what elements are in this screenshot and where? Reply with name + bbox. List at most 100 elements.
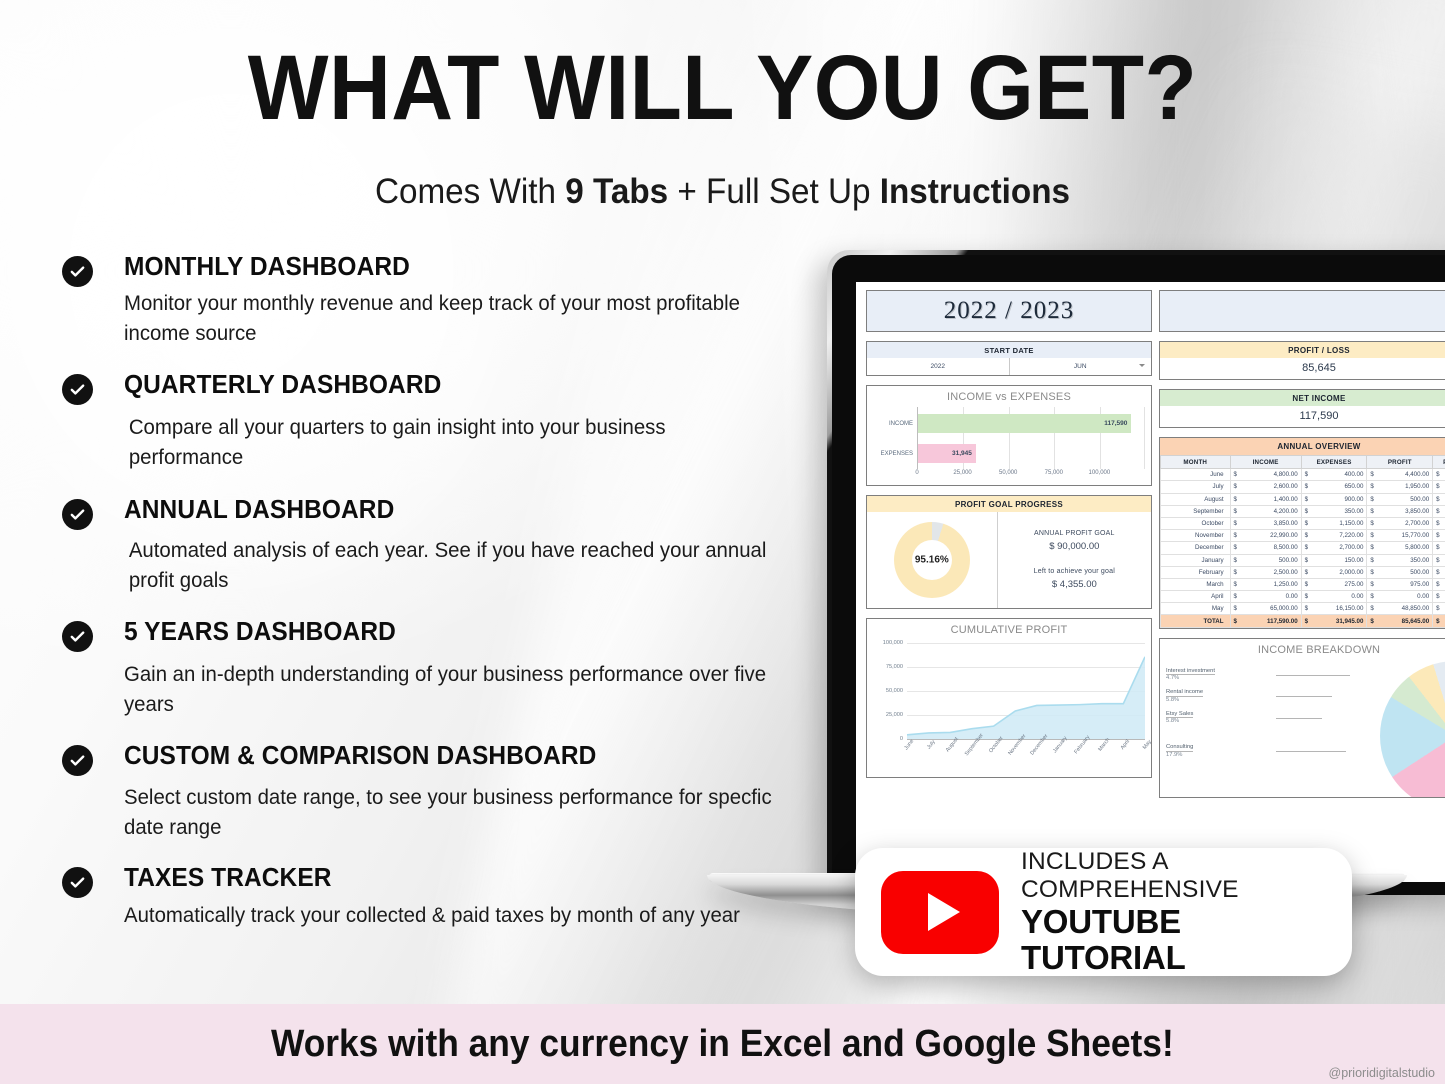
axis-tick: 75,000 xyxy=(1044,470,1063,476)
blank-cell xyxy=(1159,290,1445,332)
profit-goal-donut-wrap: 95.16% xyxy=(867,512,998,608)
youtube-badge-line1: INCLUDES A COMPREHENSIVE xyxy=(1021,847,1239,903)
cell-currency: $ xyxy=(1229,468,1238,482)
youtube-badge-line2: YOUTUBE TUTORIAL xyxy=(1021,902,1186,977)
table-row: December$8,500.00$2,700.00$5,800.00$5 xyxy=(1160,541,1445,555)
cell-currency: $ xyxy=(1432,492,1440,506)
cell-currency: $ xyxy=(1432,565,1440,579)
table-row: October$3,850.00$1,150.00$2,700.00$4 xyxy=(1160,516,1445,531)
cell-currency: $ xyxy=(1300,590,1309,604)
cell-currency: $ xyxy=(1366,516,1374,531)
feature-list: MONTHLY DASHBOARD Monitor your monthly r… xyxy=(62,253,802,931)
check-circle-icon xyxy=(62,256,93,287)
legend-label: Rental income xyxy=(1166,689,1204,697)
cell-profit-2: 5 xyxy=(1439,468,1445,482)
cell-currency: $ xyxy=(1300,504,1309,518)
feature-desc: Select custom date range, to see your bu… xyxy=(124,785,772,839)
cell-currency: $ xyxy=(1229,504,1238,518)
cell-month: October xyxy=(1160,516,1231,531)
feature-item-custom-comparison-dashboard: CUSTOM & COMPARISON DASHBOARD Select cus… xyxy=(62,742,802,843)
legend-item: Rental income 5.8% xyxy=(1166,688,1332,703)
table-row: April$0.00$0.00$0.00$5 xyxy=(1160,590,1445,604)
cell-profit: 4,400.00 xyxy=(1373,468,1434,482)
table-header-row: MONTH INCOME EXPENSES PROFIT PROFIT xyxy=(1160,454,1445,470)
youtube-tutorial-badge[interactable]: INCLUDES A COMPREHENSIVE YOUTUBE TUTORIA… xyxy=(855,848,1352,976)
subtitle-mid: + Full Set Up xyxy=(668,172,880,211)
axis-tick: 50,000 xyxy=(999,470,1018,476)
cell-expenses: 150.00 xyxy=(1308,553,1368,567)
laptop-mockup: 2022 / 2023 START DATE 2022 JUN INCOME v… xyxy=(707,250,1445,940)
profit-loss-card: PROFIT / LOSS 85,645 xyxy=(1159,341,1445,380)
cell-income: 22,990.00 xyxy=(1237,529,1302,543)
cell-currency: $ xyxy=(1300,480,1309,494)
cell-currency: $ xyxy=(1229,590,1238,604)
page-title: WHAT WILL YOU GET? xyxy=(247,37,1198,139)
legend-percent: 4.7% xyxy=(1166,675,1180,682)
y-tick: 0 xyxy=(899,736,903,742)
cell-month: September xyxy=(1160,504,1231,518)
table-row: September$4,200.00$350.00$3,850.00$5 xyxy=(1160,504,1445,518)
x-tick: June xyxy=(903,738,916,752)
start-date-month-select[interactable]: JUN xyxy=(1010,358,1152,375)
cell-profit-2: 4 xyxy=(1439,516,1445,531)
cell-profit-2: 5 xyxy=(1439,504,1445,518)
feature-title: MONTHLY DASHBOARD xyxy=(124,253,410,281)
income-vs-expenses-axis: 0 25,000 50,000 75,000 100,000 xyxy=(915,469,1145,481)
cell-currency: $ xyxy=(1300,468,1309,482)
bar-value-expenses: 31,945 xyxy=(951,450,972,457)
check-circle-icon xyxy=(62,867,93,899)
table-row: March$1,250.00$275.00$975.00$5 xyxy=(1160,577,1445,592)
cell-profit-2: 5 xyxy=(1439,565,1445,579)
cell-income: 65,000.00 xyxy=(1237,602,1302,616)
check-circle-icon xyxy=(62,744,93,776)
cell-currency: $ xyxy=(1300,492,1309,506)
cell-currency: $ xyxy=(1229,602,1238,616)
feature-title: QUARTERLY DASHBOARD xyxy=(124,370,442,399)
cell-profit: 5,800.00 xyxy=(1373,541,1434,555)
cell-currency: $ xyxy=(1229,614,1238,628)
col-income: INCOME xyxy=(1229,454,1302,470)
legend-label: Etsy Sales xyxy=(1166,710,1194,719)
start-date-year-select[interactable]: 2022 xyxy=(867,358,1010,375)
cell-profit: 350.00 xyxy=(1373,553,1434,567)
cell-profit: 1,950.00 xyxy=(1373,480,1434,494)
cell-profit: 85,645.00 xyxy=(1373,614,1434,628)
cell-currency: $ xyxy=(1366,541,1374,555)
cell-currency: $ xyxy=(1432,504,1440,518)
cumulative-profit-chart: CUMULATIVE PROFIT 100,000 75,000 50,000 … xyxy=(866,618,1153,778)
cell-month: July xyxy=(1160,480,1231,494)
cumulative-profit-title: CUMULATIVE PROFIT xyxy=(950,624,1068,636)
subtitle-tabs-count: 9 Tabs xyxy=(565,172,669,211)
feature-title: TAXES TRACKER xyxy=(124,864,332,893)
cell-currency: $ xyxy=(1432,577,1440,592)
feature-desc: Monitor your monthly revenue and keep tr… xyxy=(124,292,740,345)
income-breakdown-chart: INCOME BREAKDOWN Interest investment 4.7… xyxy=(1159,637,1445,798)
cell-profit-2: 5 xyxy=(1439,541,1445,555)
cell-month: April xyxy=(1160,590,1231,604)
income-vs-expenses-title: INCOME vs EXPENSES xyxy=(946,391,1071,403)
table-row: June$4,800.00$400.00$4,400.00$5 xyxy=(1160,468,1445,482)
cell-profit: 3,850.00 xyxy=(1373,504,1434,518)
feature-item-5-years-dashboard: 5 YEARS DASHBOARD Gain an in-depth under… xyxy=(62,618,802,720)
cell-month: May xyxy=(1160,602,1231,616)
check-circle-icon xyxy=(62,499,93,531)
cell-currency: $ xyxy=(1229,492,1238,506)
cell-currency: $ xyxy=(1366,614,1374,628)
cell-expenses: 16,150.00 xyxy=(1308,602,1368,616)
cell-income: 1,400.00 xyxy=(1237,492,1302,506)
profit-goal-progress-card: PROFIT GOAL PROGRESS 95.16% ANNUAL PROFI… xyxy=(866,495,1152,609)
annual-profit-goal-value: $ 90,000.00 xyxy=(1049,541,1100,552)
feature-desc: Compare all your quarters to gain insigh… xyxy=(128,415,666,469)
net-income-value: 117,590 xyxy=(1299,410,1339,422)
cell-profit-2: 5 xyxy=(1439,577,1445,592)
annual-overview-header: ANNUAL OVERVIEW xyxy=(1160,438,1445,455)
cell-month: March xyxy=(1160,577,1231,592)
spreadsheet-right-column: PROFIT / LOSS 85,645 NET INCOME 117,590 … xyxy=(1159,290,1445,807)
cell-profit: 2,700.00 xyxy=(1373,516,1434,531)
cell-currency: $ xyxy=(1432,602,1440,616)
cell-income: 3,850.00 xyxy=(1237,516,1302,531)
cell-profit: 48,850.00 xyxy=(1373,602,1434,616)
bar-label-expenses: EXPENSES xyxy=(880,450,913,457)
bar-income: 117,590 xyxy=(918,414,1132,433)
cell-income: 8,500.00 xyxy=(1237,541,1302,555)
